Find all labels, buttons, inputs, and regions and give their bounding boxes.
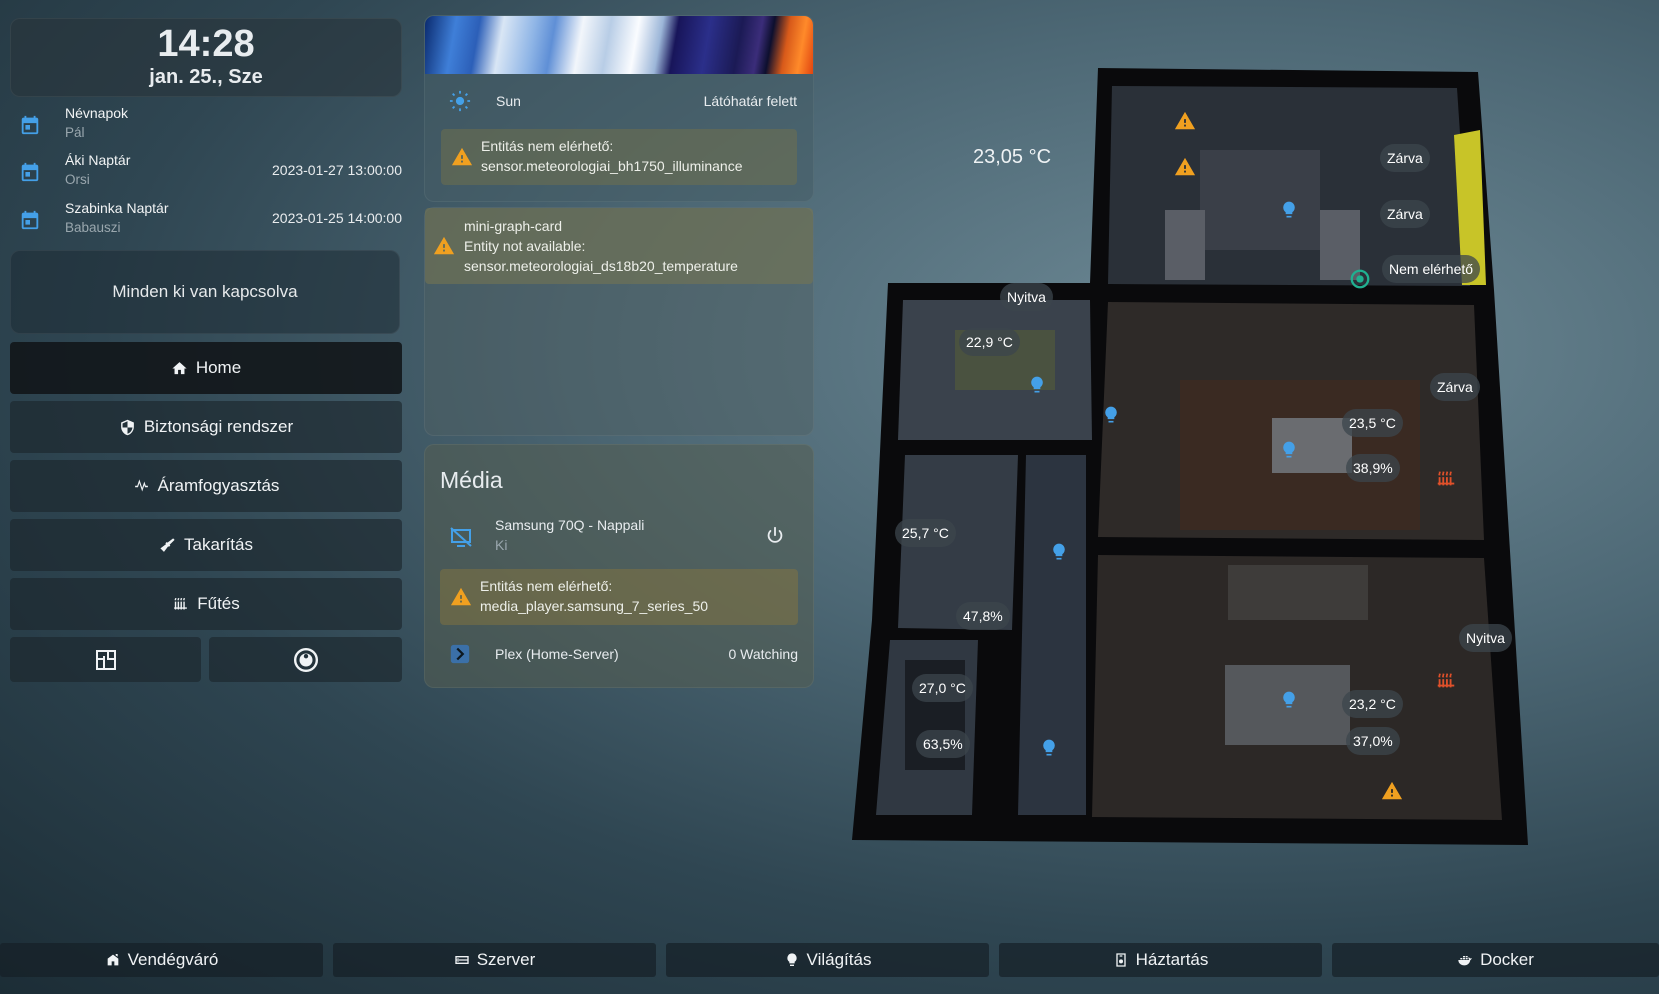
bedroom-warning-icon[interactable] bbox=[1174, 110, 1196, 132]
vacuum-status-icon[interactable] bbox=[1349, 268, 1371, 290]
bottom-nav-label: Világítás bbox=[806, 950, 872, 969]
kids-temp-label: 23,2 °C bbox=[1342, 690, 1403, 718]
entry-light-icon[interactable] bbox=[1039, 738, 1059, 758]
wc-humidity-label: 63,5% bbox=[916, 730, 970, 758]
household-icon bbox=[1115, 953, 1126, 967]
kitchen-door-label: Nyitva bbox=[1000, 283, 1053, 311]
dining-light-icon[interactable] bbox=[1101, 405, 1121, 425]
living-humidity-label: 38,9% bbox=[1346, 454, 1400, 482]
living-heater-icon[interactable] bbox=[1435, 468, 1457, 490]
bottom-nav-label: Szerver bbox=[476, 950, 536, 969]
server-icon bbox=[455, 956, 469, 964]
bottom-nav-docker[interactable]: Docker bbox=[1332, 943, 1659, 977]
hallway-light-icon[interactable] bbox=[1049, 542, 1069, 562]
living-temp-label: 23,5 °C bbox=[1342, 409, 1403, 437]
bottom-nav-label: Vendégváró bbox=[127, 950, 219, 969]
bottom-nav-server[interactable]: Szerver bbox=[333, 943, 656, 977]
bottom-nav-label: Docker bbox=[1480, 950, 1534, 969]
room-hallway bbox=[1018, 455, 1086, 815]
kids-warning-icon[interactable] bbox=[1381, 780, 1403, 802]
living-window-label: Zárva bbox=[1430, 373, 1480, 401]
wc-temp-label: 27,0 °C bbox=[912, 674, 973, 702]
kitchen-temp-label: 22,9 °C bbox=[959, 328, 1020, 356]
bedroom-window-2-label: Zárva bbox=[1380, 200, 1430, 228]
bottom-nav-household[interactable]: Háztartás bbox=[999, 943, 1322, 977]
guest-icon bbox=[107, 954, 118, 966]
bulb-icon bbox=[786, 953, 797, 966]
bath-humidity-label: 47,8% bbox=[956, 602, 1010, 630]
kids-light-icon[interactable] bbox=[1279, 690, 1299, 710]
kitchen-light-icon[interactable] bbox=[1027, 375, 1047, 395]
bedroom-unavailable-label: Nem elérhető bbox=[1382, 255, 1481, 283]
bedroom-window-1-label: Zárva bbox=[1380, 144, 1430, 172]
living-light-icon[interactable] bbox=[1279, 440, 1299, 460]
bottom-nav-lights[interactable]: Világítás bbox=[666, 943, 989, 977]
kids-humidity-label: 37,0% bbox=[1346, 727, 1400, 755]
bath-temp-label: 25,7 °C bbox=[895, 519, 956, 547]
docker-icon bbox=[1458, 956, 1472, 966]
bedroom-warning-icon[interactable] bbox=[1174, 156, 1196, 178]
kids-heater-icon[interactable] bbox=[1435, 670, 1457, 692]
bottom-nav-guest[interactable]: Vendégváró bbox=[0, 943, 323, 977]
kids-window-label: Nyitva bbox=[1459, 624, 1512, 652]
bottom-nav-label: Háztartás bbox=[1135, 950, 1209, 969]
bedroom-light-icon[interactable] bbox=[1279, 200, 1299, 220]
